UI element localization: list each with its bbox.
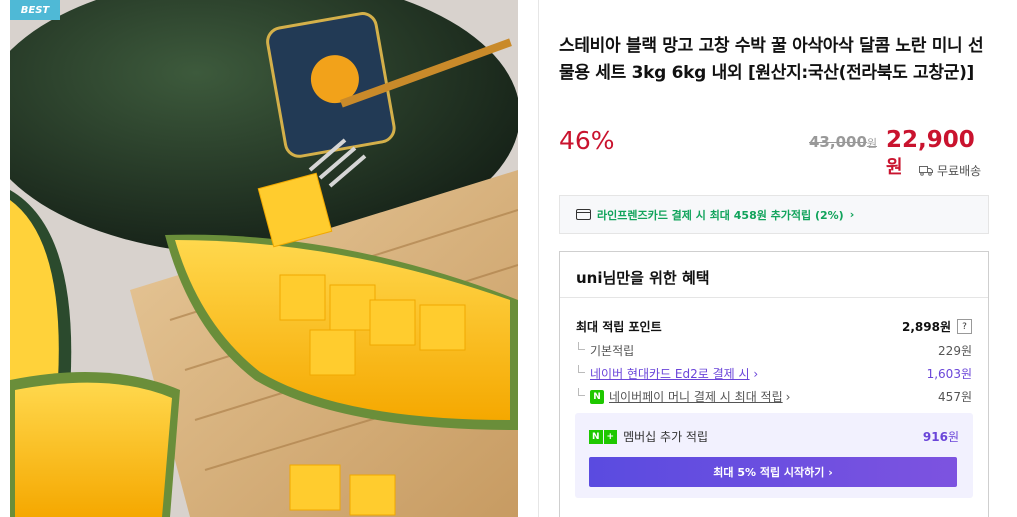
discount-rate: 46% — [559, 126, 615, 155]
help-button[interactable]: ? — [957, 319, 972, 334]
truck-icon — [919, 166, 933, 176]
start-membership-button[interactable]: 최대 5% 적립 시작하기 › — [589, 457, 957, 487]
credit-card-icon — [576, 209, 591, 220]
basic-points-value: 229원 — [938, 344, 972, 358]
card-promo-text: 라인프렌즈카드 결제 시 최대 458원 추가적립 (2%) — [597, 208, 844, 222]
card-points-value: 1,603원 — [926, 367, 972, 381]
npay-points-value: 457원 — [938, 390, 972, 404]
naver-plus-icon: N + — [589, 429, 618, 444]
card-points-link[interactable]: 네이버 현대카드 Ed2로 결제 시 — [590, 367, 750, 381]
chevron-right-icon: › — [849, 208, 855, 221]
membership-label: 멤버십 추가 적립 — [623, 430, 709, 444]
best-badge: BEST — [10, 0, 60, 20]
watermelon-photo — [10, 0, 518, 517]
max-points-label: 최대 적립 포인트 — [576, 320, 662, 334]
max-points-value: 2,898원 — [902, 320, 951, 334]
basic-points-label: 기본적립 — [576, 342, 634, 359]
panel-divider — [538, 0, 539, 517]
benefits-heading: uni님만을 위한 혜택 — [560, 252, 988, 298]
original-price: 43,000원 — [809, 133, 877, 151]
shipping-info: 무료배송 — [919, 162, 981, 179]
product-title: 스테비아 블랙 망고 고창 수박 꿀 아삭아삭 달콤 노란 미니 선물용 세트 … — [559, 36, 984, 83]
card-points-row[interactable]: 네이버 현대카드 Ed2로 결제 시 › 1,603원 — [576, 365, 972, 382]
basic-points-row: 기본적립 229원 — [576, 342, 972, 359]
naver-pay-icon: N — [590, 389, 604, 404]
chevron-right-icon: › — [753, 367, 759, 381]
product-image: BEST — [10, 0, 518, 517]
npay-points-row[interactable]: N 네이버페이 머니 결제 시 최대 적립 › 457원 — [576, 388, 972, 405]
card-promo-banner[interactable]: 라인프렌즈카드 결제 시 최대 458원 추가적립 (2%) › — [559, 195, 989, 234]
max-points-row: 최대 적립 포인트 2,898원 ? — [576, 318, 972, 335]
original-price-value: 43,000 — [809, 133, 867, 151]
npay-points-label[interactable]: N 네이버페이 머니 결제 시 최대 적립 › — [576, 388, 790, 405]
membership-row: N + 멤버십 추가 적립 916원 — [589, 428, 959, 445]
sale-price-unit: 원 — [886, 157, 903, 178]
chevron-right-icon: › — [785, 389, 791, 404]
card-points-label[interactable]: 네이버 현대카드 Ed2로 결제 시 › — [576, 365, 758, 382]
npay-points-link[interactable]: 네이버페이 머니 결제 시 최대 적립 — [609, 388, 783, 405]
membership-box: N + 멤버십 추가 적립 916원 최대 5% 적립 시작하기 › — [575, 413, 973, 498]
membership-value: 916원 — [922, 430, 959, 444]
sale-price-value: 22,900 — [886, 127, 975, 153]
shipping-label: 무료배송 — [937, 164, 982, 178]
original-price-unit: 원 — [866, 137, 878, 150]
